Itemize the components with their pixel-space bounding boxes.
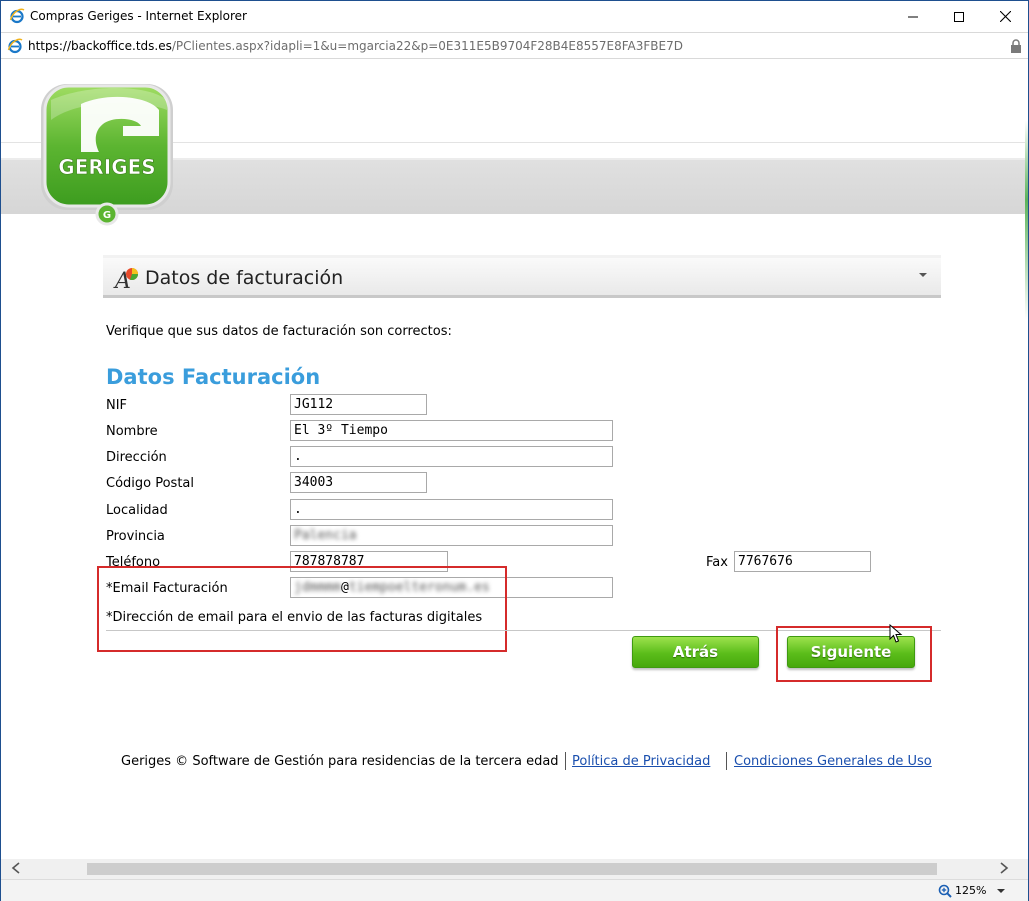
internet-explorer-icon bbox=[9, 8, 25, 24]
terms-of-use-link[interactable]: Condiciones Generales de Uso bbox=[734, 754, 932, 769]
internet-explorer-icon bbox=[7, 38, 23, 54]
provincia-input[interactable]: Palencia bbox=[290, 525, 613, 546]
section-title: Datos de facturación bbox=[145, 267, 344, 289]
nif-input[interactable]: JG112 bbox=[290, 394, 427, 415]
scroll-right-icon[interactable] bbox=[999, 862, 1009, 874]
provincia-value: Palencia bbox=[294, 528, 357, 543]
browser-window: Compras Geriges - Internet Explorer http… bbox=[0, 0, 1029, 901]
maximize-button[interactable] bbox=[936, 1, 982, 32]
form-heading: Datos Facturación bbox=[106, 365, 321, 389]
minimize-icon bbox=[908, 16, 918, 17]
address-path: /PClientes.aspx?idapli=1&u=mgarcia22&p=0… bbox=[171, 39, 683, 53]
provincia-label: Provincia bbox=[106, 529, 165, 544]
title-bar: Compras Geriges - Internet Explorer bbox=[1, 1, 1028, 32]
localidad-input[interactable]: . bbox=[290, 499, 613, 520]
highlight-next-box bbox=[776, 626, 932, 682]
svg-text:GERIGES: GERIGES bbox=[58, 155, 155, 179]
collapse-caret-icon[interactable] bbox=[919, 273, 927, 277]
maximize-icon bbox=[954, 11, 964, 22]
mouse-cursor-icon bbox=[889, 624, 903, 643]
codigo-postal-label: Código Postal bbox=[106, 476, 195, 491]
codigo-postal-input[interactable]: 34003 bbox=[290, 472, 427, 493]
privacy-policy-link[interactable]: Política de Privacidad bbox=[572, 754, 710, 769]
scroll-left-icon[interactable] bbox=[11, 862, 21, 874]
back-button[interactable]: Atrás bbox=[632, 636, 759, 668]
intro-text: Verifique que sus datos de facturación s… bbox=[106, 324, 452, 339]
zoom-level[interactable]: 125% bbox=[955, 884, 986, 897]
fax-input[interactable]: 7767676 bbox=[734, 551, 871, 572]
zoom-icon[interactable] bbox=[938, 884, 952, 898]
close-button[interactable] bbox=[982, 1, 1028, 32]
direccion-input[interactable]: . bbox=[290, 446, 613, 467]
section-header[interactable]: A Datos de facturación bbox=[103, 258, 941, 298]
minimize-button[interactable] bbox=[890, 1, 936, 32]
nombre-label: Nombre bbox=[106, 424, 158, 439]
localidad-label: Localidad bbox=[106, 503, 168, 518]
window-title: Compras Geriges - Internet Explorer bbox=[30, 9, 247, 23]
address-host: https://backoffice.tds.es bbox=[28, 39, 172, 53]
scrollbar-thumb[interactable] bbox=[87, 863, 937, 875]
horizontal-scrollbar[interactable] bbox=[1, 859, 1028, 879]
page-viewport: GERIGES G A Datos de facturación Verifiq… bbox=[1, 60, 1028, 859]
direccion-label: Dirección bbox=[106, 450, 167, 465]
close-icon bbox=[999, 11, 1011, 22]
zoom-dropdown-icon[interactable] bbox=[997, 889, 1005, 893]
status-bar: 125% bbox=[1, 879, 1028, 901]
nombre-input[interactable]: El 3º Tiempo bbox=[290, 420, 613, 441]
billing-data-icon: A bbox=[113, 268, 139, 290]
svg-text:G: G bbox=[103, 210, 111, 221]
nif-label: NIF bbox=[106, 398, 128, 413]
right-accent-stripe bbox=[1025, 120, 1028, 320]
footer-separator bbox=[565, 752, 566, 770]
highlight-email-box bbox=[97, 566, 507, 652]
fax-label: Fax bbox=[706, 555, 728, 570]
footer-separator bbox=[726, 752, 727, 770]
footer-copyright: Geriges © Software de Gestión para resid… bbox=[121, 754, 559, 769]
lock-icon[interactable] bbox=[1010, 39, 1022, 53]
geriges-logo[interactable]: GERIGES G bbox=[37, 80, 177, 232]
address-url[interactable]: https://backoffice.tds.es/PClientes.aspx… bbox=[28, 39, 683, 53]
address-bar[interactable]: https://backoffice.tds.es/PClientes.aspx… bbox=[1, 32, 1028, 59]
